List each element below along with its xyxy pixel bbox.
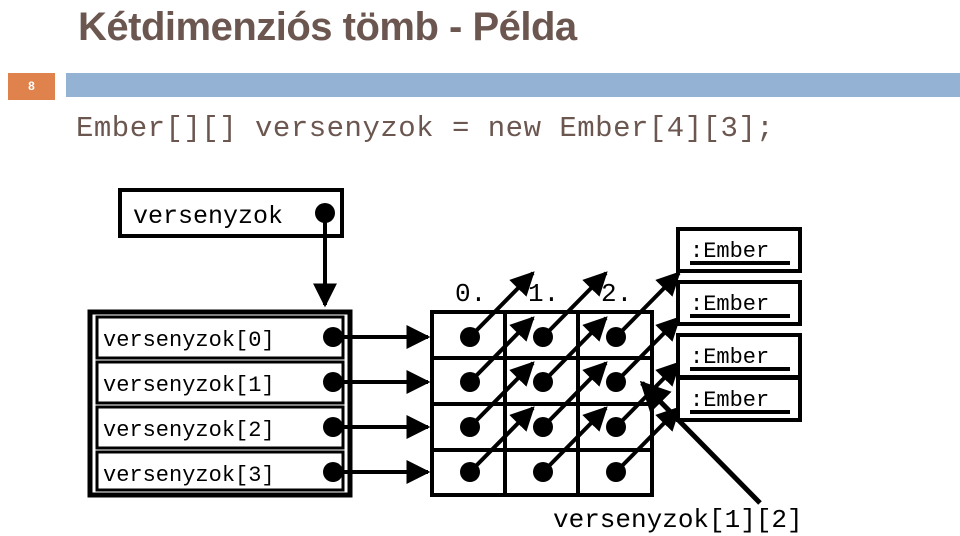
cell-callout-label: versenyzok[1][2] [553, 505, 803, 535]
grid-column-label-0: 0. [455, 279, 486, 309]
outer-array-row-label-2: versenyzok[2] [103, 418, 275, 443]
outer-array-row-label-1: versenyzok[1] [103, 373, 275, 398]
slide-canvas: Kétdimenziós tömb - Példa 8 Ember[][] ve… [0, 0, 960, 536]
memory-diagram: versenyzok versenyzok[0] versenyzok[1] v… [0, 165, 960, 536]
ember-object-boxes: :Ember :Ember :Ember :Ember [676, 227, 802, 422]
pointer-variable-label: versenyzok [133, 202, 283, 231]
memory-diagram-svg: versenyzok versenyzok[0] versenyzok[1] v… [87, 188, 803, 535]
pointer-variable-box: versenyzok [118, 188, 344, 238]
ember-object-label-1: :Ember [690, 292, 769, 317]
ember-object-box: :Ember [676, 280, 802, 326]
outer-array-row-label-3: versenyzok[3] [103, 463, 275, 488]
page-title: Kétdimenziós tömb - Példa [78, 5, 577, 49]
outer-array-row-label-0: versenyzok[0] [103, 328, 275, 353]
outer-array-box: versenyzok[0] versenyzok[1] versenyzok[2… [87, 309, 353, 498]
ember-object-box: :Ember [676, 227, 802, 273]
ember-object-label-2: :Ember [690, 345, 769, 370]
ember-object-box: :Ember [676, 333, 802, 379]
ember-object-label-0: :Ember [690, 239, 769, 264]
ember-object-label-3: :Ember [690, 388, 769, 413]
title-divider-bar [66, 73, 960, 97]
ember-object-box: :Ember [676, 376, 802, 422]
grid-column-label-2: 2. [601, 279, 632, 309]
code-declaration-text: Ember[][] versenyzok = new Ember[4][3]; [76, 112, 775, 145]
grid-column-labels: 0. 1. 2. [455, 279, 632, 309]
page-number-badge: 8 [8, 73, 55, 100]
grid-column-label-1: 1. [528, 279, 559, 309]
